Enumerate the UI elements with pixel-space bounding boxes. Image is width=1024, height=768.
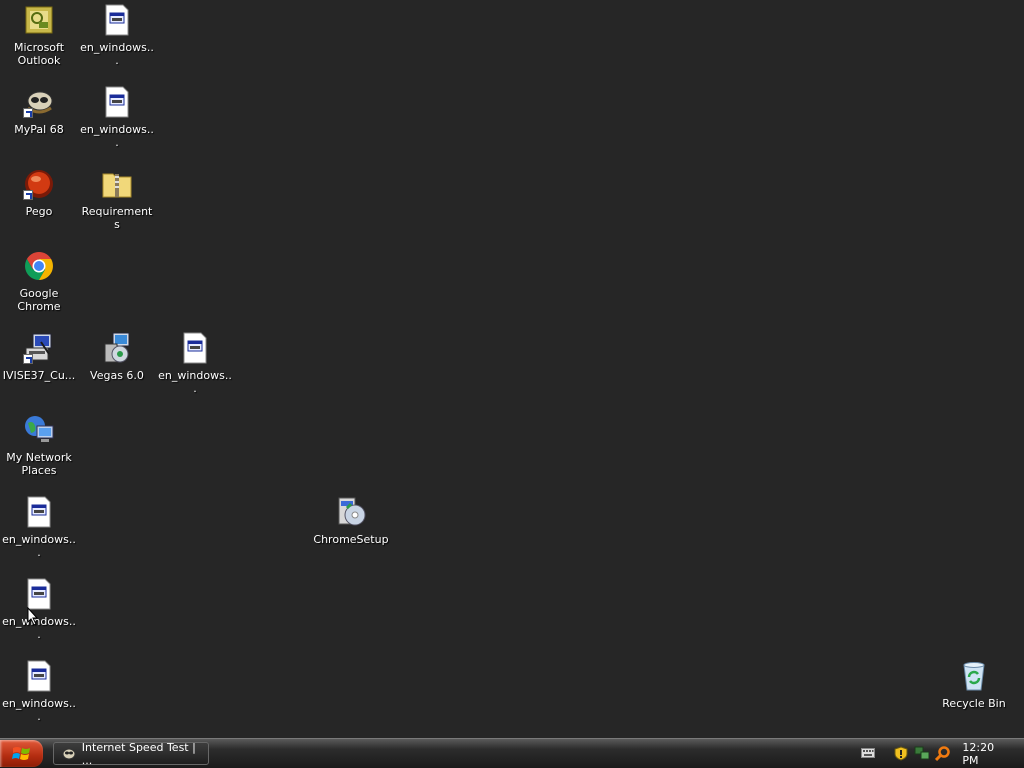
document-icon xyxy=(179,332,211,364)
recycle-bin-icon xyxy=(958,660,990,692)
icon-label: en_windows... xyxy=(80,123,154,149)
vegas-installer-icon xyxy=(101,332,133,364)
icon-microsoft-outlook[interactable]: Microsoft Outlook xyxy=(0,0,78,76)
icon-label: en_windows... xyxy=(80,41,154,67)
icon-label: Recycle Bin xyxy=(942,697,1006,710)
shortcut-arrow-icon xyxy=(23,108,33,118)
icon-requirements[interactable]: Requirements xyxy=(78,164,156,240)
network-icon[interactable] xyxy=(914,746,929,761)
icon-label: Vegas 6.0 xyxy=(90,369,144,382)
icon-label: IVISE37_Cu... xyxy=(2,369,76,382)
icon-label: en_windows... xyxy=(2,697,76,723)
pego-icon xyxy=(23,168,55,200)
icon-en-windows-4[interactable]: en_windows... xyxy=(0,492,78,568)
icon-label: en_windows... xyxy=(2,533,76,559)
zip-folder-icon xyxy=(101,168,133,200)
setup-cd-icon xyxy=(335,496,367,528)
document-icon xyxy=(23,578,55,610)
document-icon xyxy=(101,4,133,36)
mypal-icon xyxy=(23,86,55,118)
icon-label: en_windows... xyxy=(2,615,76,641)
icon-label: MyPal 68 xyxy=(14,123,64,136)
outlook-icon xyxy=(23,4,55,36)
icon-chromesetup[interactable]: ChromeSetup xyxy=(312,492,390,568)
icon-label: Pego xyxy=(25,205,53,218)
windows-logo-icon xyxy=(11,746,30,760)
icon-label: en_windows... xyxy=(158,369,232,395)
icon-my-network-places[interactable]: My Network Places xyxy=(0,410,78,486)
icon-en-windows-6[interactable]: en_windows... xyxy=(0,656,78,732)
search-icon[interactable] xyxy=(934,745,950,762)
icon-label: ChromeSetup xyxy=(313,533,389,546)
chrome-icon xyxy=(23,250,55,282)
taskbar-button-label: Internet Speed Test | ... xyxy=(81,740,196,767)
icon-label: My Network Places xyxy=(6,451,72,477)
icon-en-windows-5[interactable]: en_windows... xyxy=(0,574,78,650)
icon-en-windows-3[interactable]: en_windows... xyxy=(156,328,234,404)
icon-ivise37[interactable]: IVISE37_Cu... xyxy=(0,328,78,404)
icon-google-chrome[interactable]: Google Chrome xyxy=(0,246,78,322)
shortcut-arrow-icon xyxy=(23,190,33,200)
mypal-icon xyxy=(62,748,76,759)
icon-en-windows-2[interactable]: en_windows... xyxy=(78,82,156,158)
clock[interactable]: 12:20 PM xyxy=(962,741,1012,767)
document-icon xyxy=(23,496,55,528)
taskbar-button-internet-speed-test[interactable]: Internet Speed Test | ... xyxy=(53,740,209,767)
icon-mypal-68[interactable]: MyPal 68 xyxy=(0,82,78,158)
taskbar: Internet Speed Test | ... 12:20 PM xyxy=(0,738,1024,768)
icon-label: Microsoft Outlook xyxy=(13,41,65,67)
icon-label: Requirements xyxy=(81,205,153,231)
icon-pego[interactable]: Pego xyxy=(0,164,78,240)
icon-label: Google Chrome xyxy=(17,287,61,313)
desktop: Microsoft Outlook en_windows... MyPal 68… xyxy=(0,0,1024,738)
network-places-icon xyxy=(23,414,55,446)
system-tray: 12:20 PM xyxy=(894,739,1024,768)
icon-en-windows-1[interactable]: en_windows... xyxy=(78,0,156,76)
installer-icon xyxy=(23,332,55,364)
document-icon xyxy=(23,660,55,692)
security-shield-icon[interactable] xyxy=(894,746,908,761)
start-button[interactable] xyxy=(0,740,43,767)
document-icon xyxy=(101,86,133,118)
icon-recycle-bin[interactable]: Recycle Bin xyxy=(935,656,1013,732)
keyboard-icon[interactable] xyxy=(861,748,875,758)
shortcut-arrow-icon xyxy=(23,354,33,364)
mouse-cursor-icon xyxy=(27,607,39,626)
icon-vegas-6[interactable]: Vegas 6.0 xyxy=(78,328,156,404)
